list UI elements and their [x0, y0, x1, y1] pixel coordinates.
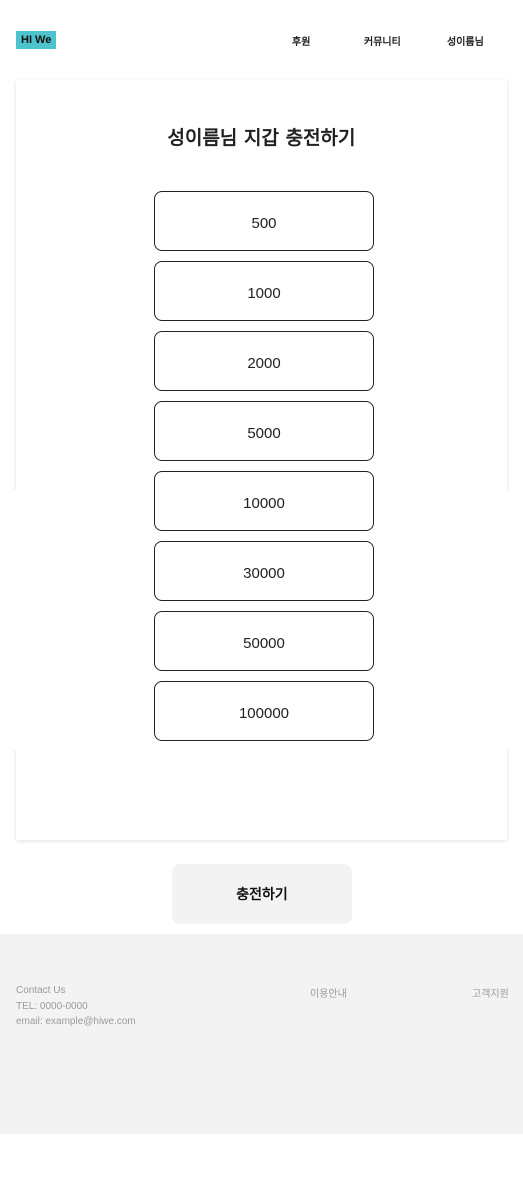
- footer: Contact Us TEL: 0000-0000 email: example…: [0, 934, 523, 1134]
- footer-link-support[interactable]: 고객지원: [472, 985, 509, 1000]
- charge-button[interactable]: 충전하기: [172, 864, 352, 924]
- wallet-charge-page: HI We 후원 커뮤니티 성이름님 성이름님 지갑 충전하기 500 1000…: [0, 0, 523, 1179]
- logo[interactable]: HI We: [16, 31, 57, 49]
- amount-label: 30000: [243, 564, 285, 582]
- page-title: 성이름님 지갑 충전하기: [167, 127, 356, 149]
- amount-option-10000[interactable]: 10000: [154, 471, 374, 531]
- amount-option-50000[interactable]: 50000: [154, 611, 374, 671]
- footer-tel: TEL: 0000-0000: [16, 1001, 88, 1012]
- footer-contact-title: Contact Us: [16, 985, 66, 996]
- footer-email: email: example@hiwe.com: [16, 1016, 136, 1027]
- amount-option-100000[interactable]: 100000: [154, 681, 374, 741]
- amount-option-30000[interactable]: 30000: [154, 541, 374, 601]
- amount-option-1000[interactable]: 1000: [154, 261, 374, 321]
- header: HI We 후원 커뮤니티 성이름님: [0, 0, 523, 80]
- amount-option-500[interactable]: 500: [154, 191, 374, 251]
- amount-label: 100000: [238, 704, 290, 722]
- nav-item-community[interactable]: 커뮤니티: [364, 33, 401, 48]
- amount-label: 500: [251, 214, 277, 232]
- amount-option-5000[interactable]: 5000: [154, 401, 374, 461]
- footer-link-guide[interactable]: 이용안내: [310, 985, 347, 1000]
- nav-item-user[interactable]: 성이름님: [447, 33, 484, 48]
- amount-label: 2000: [247, 354, 281, 372]
- amount-label: 1000: [247, 284, 281, 302]
- nav-item-sponsor[interactable]: 후원: [292, 33, 310, 48]
- amount-label: 50000: [243, 634, 285, 652]
- amount-label: 5000: [247, 424, 281, 442]
- amount-label: 10000: [243, 494, 285, 512]
- amount-option-2000[interactable]: 2000: [154, 331, 374, 391]
